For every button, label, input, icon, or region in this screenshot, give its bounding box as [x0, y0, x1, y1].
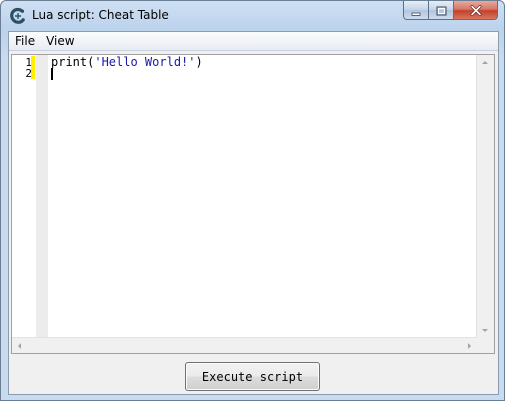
menu-bar: File View [9, 32, 498, 51]
scroll-down-icon[interactable] [482, 329, 488, 332]
button-panel: Execute script [9, 355, 498, 393]
caption-buttons [403, 1, 498, 21]
maximize-button[interactable] [429, 1, 454, 20]
scroll-left-icon[interactable] [18, 343, 21, 349]
close-icon [470, 1, 482, 20]
code-line-1: print('Hello World!') [51, 56, 203, 68]
code-token-string: 'Hello World!' [94, 55, 196, 69]
menu-view[interactable]: View [40, 32, 79, 50]
client-area: File View 1 2 print('Hello World!') Exec… [8, 31, 499, 395]
scroll-up-icon[interactable] [482, 61, 488, 64]
scrollbar-corner [477, 338, 494, 353]
title-bar[interactable]: Lua script: Cheat Table [1, 1, 504, 31]
scroll-right-icon[interactable] [468, 343, 471, 349]
cheat-engine-icon[interactable] [9, 7, 27, 25]
minimize-icon [411, 1, 421, 20]
line-number-gutter: 1 2 [12, 55, 35, 338]
code-area[interactable]: print('Hello World!') [49, 55, 477, 338]
minimize-button[interactable] [403, 1, 429, 20]
text-caret [51, 68, 53, 80]
lua-script-window: Lua script: Cheat Table File View 1 2 pr… [0, 0, 505, 401]
close-button[interactable] [454, 1, 498, 20]
script-editor[interactable]: 1 2 print('Hello World!') [11, 54, 495, 354]
menu-file[interactable]: File [9, 32, 40, 50]
code-token-paren: ) [195, 55, 203, 69]
maximize-icon [436, 1, 447, 20]
horizontal-scrollbar[interactable] [12, 337, 477, 353]
vertical-scrollbar[interactable] [476, 55, 494, 338]
window-title: Lua script: Cheat Table [32, 8, 169, 22]
code-token-call: print( [51, 55, 95, 69]
change-marker [31, 56, 35, 79]
fold-margin[interactable] [36, 55, 48, 338]
execute-script-button[interactable]: Execute script [185, 362, 320, 391]
